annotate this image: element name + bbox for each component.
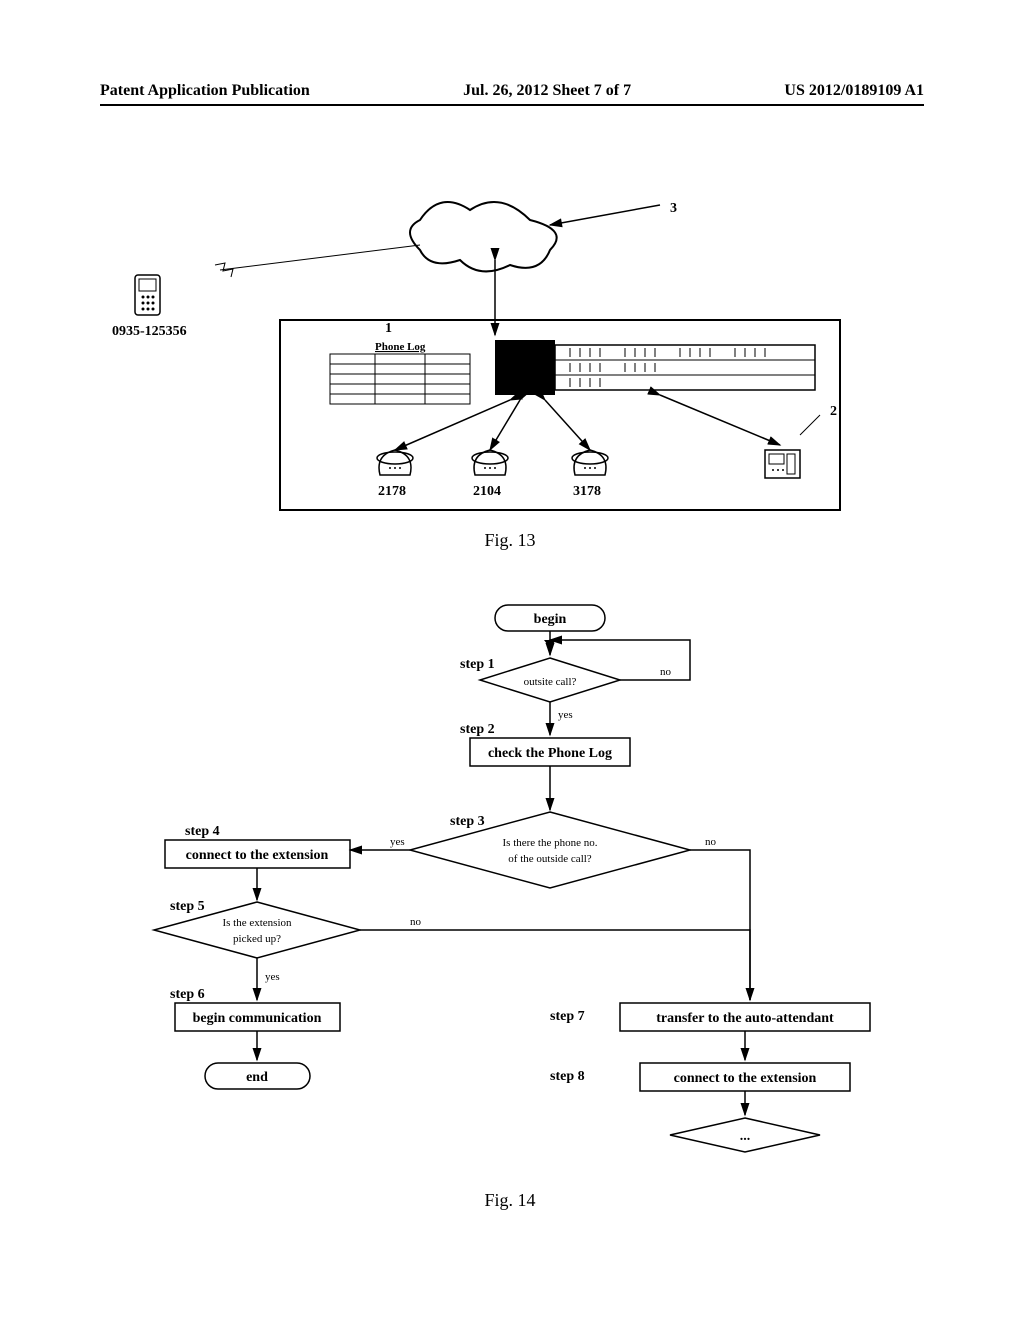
step5-no: no	[410, 916, 422, 928]
step1-yes: yes	[558, 709, 573, 721]
header-center: Jul. 26, 2012 Sheet 7 of 7	[463, 82, 631, 100]
header-rule	[100, 104, 924, 106]
step8-label: step 8	[550, 1069, 585, 1084]
fig13-caption: Fig. 13	[100, 530, 920, 551]
figure-13: 3 0935-125356 1	[100, 170, 920, 550]
pbx-label: 1	[385, 321, 392, 336]
step3-text2: of the outside call?	[508, 853, 592, 865]
step7-label: step 7	[550, 1009, 585, 1024]
ext1-label: 2178	[378, 484, 406, 499]
step6-label: step 6	[170, 987, 205, 1002]
phone-log-title: Phone Log	[375, 341, 426, 353]
step5-text2: picked up?	[233, 933, 281, 945]
cloud-icon	[410, 202, 557, 271]
header-left: Patent Application Publication	[100, 82, 310, 100]
end-label: end	[246, 1070, 268, 1085]
mobile-number: 0935-125356	[112, 324, 187, 339]
mobile-phone-icon	[135, 275, 160, 315]
step7-text: transfer to the auto-attendant	[656, 1011, 834, 1026]
step6-text: begin communication	[193, 1011, 322, 1026]
ext-device-label: 2	[830, 404, 837, 419]
step2-text: check the Phone Log	[488, 746, 612, 761]
pbx-server-icon	[495, 340, 815, 395]
begin-label: begin	[534, 612, 567, 627]
phone-log-table: Phone Log	[330, 341, 470, 404]
step1-text: outsite call?	[524, 676, 577, 688]
cloud-label: 3	[670, 201, 677, 216]
ellipsis-label: ...	[740, 1129, 751, 1144]
step1-no: no	[660, 666, 672, 678]
step5-label: step 5	[170, 899, 205, 914]
step3-no: no	[705, 836, 717, 848]
header-right: US 2012/0189109 A1	[784, 82, 924, 100]
step5-text1: Is the extension	[222, 917, 292, 929]
step2-label: step 2	[460, 722, 495, 737]
desk-phone-icon	[377, 450, 413, 475]
step1-label: step 1	[460, 657, 495, 672]
page-header: Patent Application Publication Jul. 26, …	[100, 82, 924, 100]
figure-14: begin step 1 outsite call? no yes step 2…	[100, 600, 920, 1220]
step3-label: step 3	[450, 814, 485, 829]
step8-text: connect to the extension	[674, 1071, 817, 1086]
ext2-label: 2104	[473, 484, 501, 499]
ip-phone-icon	[765, 450, 800, 478]
step5-yes: yes	[265, 971, 280, 983]
step4-text: connect to the extension	[186, 848, 329, 863]
pbx-enclosure	[280, 320, 840, 510]
desk-phone-icon	[472, 450, 508, 475]
ext3-label: 3178	[573, 484, 601, 499]
step3-yes: yes	[390, 836, 405, 848]
step3-text1: Is there the phone no.	[503, 837, 598, 849]
step4-label: step 4	[185, 824, 220, 839]
fig14-caption: Fig. 14	[100, 1190, 920, 1211]
desk-phone-icon	[572, 450, 608, 475]
